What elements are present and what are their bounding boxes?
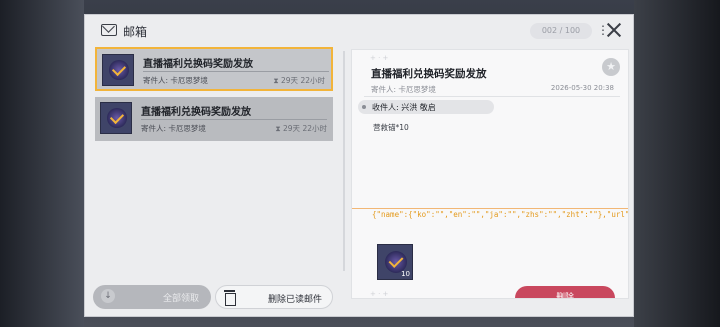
raw-underline: [352, 208, 628, 209]
mail-item-2[interactable]: 直播福利兑换码奖励发放 寄件人: 卡厄思梦境 ⧗ 29天 22小时: [95, 97, 333, 141]
reward-check-icon: [107, 108, 127, 128]
detail-body: 营救锚*10: [373, 123, 409, 132]
titlebar: 邮箱 002 / 100 ⋮: [85, 15, 633, 47]
download-arrow-icon: ↓: [101, 289, 115, 303]
mail-divider: [141, 119, 327, 120]
mail-subject: 直播福利兑换码奖励发放: [141, 107, 251, 118]
raw-json-text: {"name":{"ko":"","en":"","ja":"","zhs":"…: [372, 210, 629, 219]
mail-divider: [143, 71, 329, 72]
recipient-label: 收件人: 兴洪 敬启: [372, 103, 436, 112]
decoration-dots: + · +: [370, 54, 389, 62]
decoration-dots: + · +: [370, 290, 389, 298]
claim-all-button[interactable]: ↓ 全部领取: [93, 285, 211, 309]
detail-title: 直播福利兑换码奖励发放: [371, 68, 487, 80]
claim-all-label: 全部领取: [163, 294, 200, 304]
detail-divider: [364, 96, 620, 97]
mail-expire-text: 29天 22小时: [283, 124, 327, 133]
reward-check-icon: [109, 60, 129, 80]
delete-read-button[interactable]: 删除已读邮件: [215, 285, 333, 309]
background-right: [634, 0, 720, 327]
attachment-item[interactable]: 10: [377, 244, 413, 280]
mail-sender: 寄件人: 卡厄思梦境: [143, 76, 208, 85]
envelope-icon: [101, 24, 117, 36]
close-icon[interactable]: [605, 21, 623, 39]
mail-thumbnail: [102, 54, 134, 86]
delete-button[interactable]: 删除: [515, 286, 615, 298]
detail-sender: 寄件人: 卡厄思梦境: [371, 85, 436, 94]
mail-list: 直播福利兑换码奖励发放 寄件人: 卡厄思梦境 ⧗ 29天 22小时 直播福利兑换…: [93, 47, 335, 287]
panel-divider: [343, 51, 345, 271]
mail-item-1[interactable]: 直播福利兑换码奖励发放 寄件人: 卡厄思梦境 ⧗ 29天 22小时: [95, 47, 333, 91]
mailbox-window: 邮箱 002 / 100 ⋮ 直播福利兑换码奖励发放 寄件人: 卡厄思梦境 ⧗ …: [84, 14, 634, 317]
window-title: 邮箱: [123, 25, 148, 39]
mail-expire-text: 29天 22小时: [281, 76, 325, 85]
mail-thumbnail: [100, 102, 132, 134]
mail-expire: ⧗ 29天 22小时: [273, 76, 325, 85]
detail-date: 2026-05-30 20:38: [550, 84, 614, 92]
mail-expire: ⧗ 29天 22小时: [275, 124, 327, 133]
mail-subject: 直播福利兑换码奖励发放: [143, 59, 253, 70]
trash-icon: [224, 290, 236, 306]
more-vertical-icon[interactable]: ⋮: [597, 23, 609, 37]
mail-counter: 002 / 100: [530, 23, 592, 39]
star-icon[interactable]: ★: [602, 58, 620, 76]
mail-sender: 寄件人: 卡厄思梦境: [141, 124, 206, 133]
bullet-icon: [362, 105, 366, 109]
delete-read-label: 删除已读邮件: [268, 295, 323, 305]
attachment-qty: 10: [401, 270, 410, 278]
background-left: [0, 0, 84, 327]
recipient-pill: 收件人: 兴洪 敬启: [358, 100, 494, 114]
mail-detail: + · + 直播福利兑换码奖励发放 寄件人: 卡厄思梦境 2026-05-30 …: [351, 49, 629, 299]
